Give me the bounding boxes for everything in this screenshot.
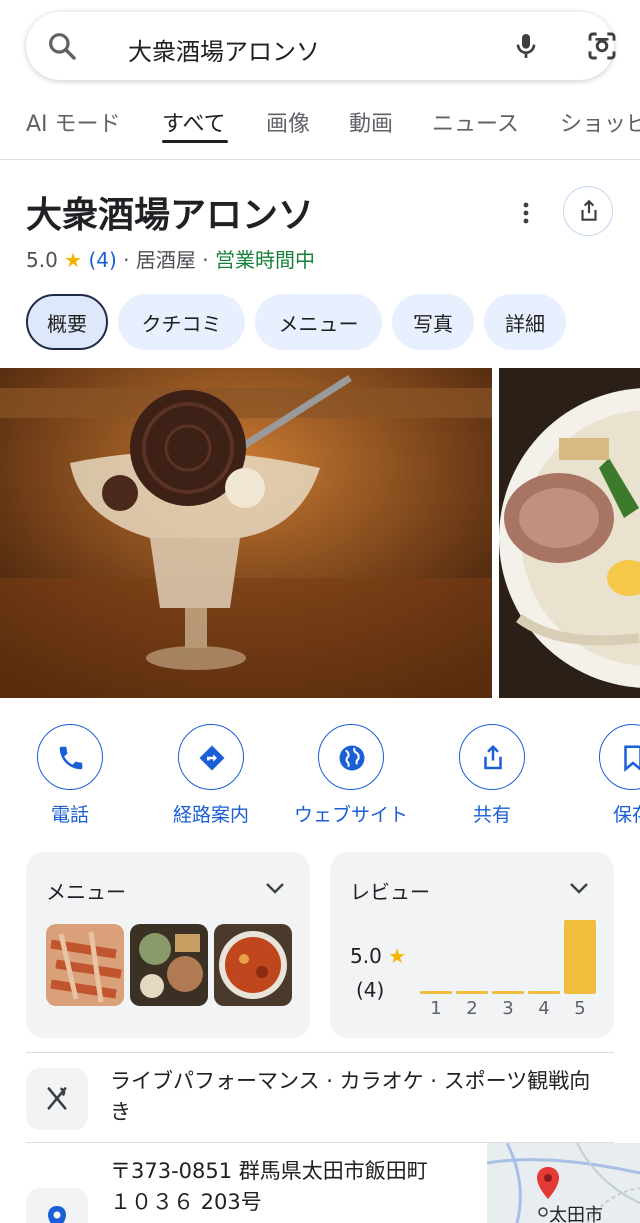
review-score-value: 5.0 xyxy=(350,944,382,968)
open-status: 営業時間中 xyxy=(214,248,315,272)
menu-card[interactable]: メニュー xyxy=(26,852,310,1038)
address-line-2[interactable]: １０３６ 203号 xyxy=(110,1187,262,1218)
rating-bar-label: 4 xyxy=(538,998,550,1019)
photo-parfait[interactable] xyxy=(0,368,492,698)
phone-icon xyxy=(59,746,83,770)
call-label: 電話 xyxy=(50,804,89,826)
star-icon: ★ xyxy=(64,248,83,272)
rating-bar-5 xyxy=(564,920,596,994)
rating-bar-1 xyxy=(420,991,452,994)
directions-icon xyxy=(199,745,225,771)
tab-images[interactable]: 画像 xyxy=(266,106,310,138)
review-count-link[interactable]: (4) xyxy=(88,248,116,272)
star-icon: ★ xyxy=(388,944,407,968)
address-icon-box xyxy=(26,1188,88,1223)
place-category: 居酒屋 xyxy=(135,248,196,272)
photo-ramen[interactable] xyxy=(499,368,640,698)
active-tab-indicator xyxy=(162,140,228,143)
share-action-button[interactable]: 共有 xyxy=(432,724,552,827)
place-meta: 5.0 ★ (4) · 居酒屋 · 営業時間中 xyxy=(26,244,315,273)
map-city-label: 太田市 xyxy=(549,1205,603,1223)
divider xyxy=(26,1052,614,1053)
menu-photo-soup[interactable] xyxy=(214,924,292,1006)
bookmark-icon xyxy=(624,745,640,772)
chevron-down-icon[interactable] xyxy=(264,880,286,896)
chevron-down-icon[interactable] xyxy=(568,880,590,896)
save-button[interactable]: 保存 xyxy=(572,724,640,827)
share-icon xyxy=(484,744,502,770)
rating-bar-4 xyxy=(528,991,560,994)
place-title: 大衆酒場アロンソ xyxy=(26,195,315,236)
address-line-1[interactable]: 〒373-0851 群馬県太田市飯田町 xyxy=(110,1156,428,1187)
rating-bar-label: 2 xyxy=(466,998,478,1019)
share-button[interactable] xyxy=(563,186,613,236)
save-label: 保存 xyxy=(612,804,640,826)
chip-photos[interactable]: 写真 xyxy=(392,294,474,350)
rating-bar-label: 3 xyxy=(502,998,514,1019)
location-pin-icon xyxy=(48,1206,66,1223)
tab-videos[interactable]: 動画 xyxy=(349,106,393,138)
rating-bar-label: 5 xyxy=(574,998,586,1019)
map-thumbnail[interactable]: 太田市 xyxy=(487,1143,640,1223)
separator: · xyxy=(123,248,130,272)
tab-news[interactable]: ニュース xyxy=(432,106,519,138)
share-label: 共有 xyxy=(472,804,511,826)
search-icon xyxy=(49,33,76,60)
directions-label: 経路案内 xyxy=(172,804,249,826)
rating-bar-3 xyxy=(492,991,524,994)
features-icon-box xyxy=(26,1068,88,1130)
rating-bar-label: 1 xyxy=(430,998,442,1019)
search-bar[interactable]: 大衆酒場アロンソ xyxy=(26,12,616,80)
more-options-icon[interactable] xyxy=(514,198,538,228)
google-lens-icon[interactable] xyxy=(586,30,618,62)
separator: · xyxy=(202,248,209,272)
chip-reviews[interactable]: クチコミ xyxy=(118,294,245,350)
directions-button[interactable]: 経路案内 xyxy=(151,724,271,827)
search-input[interactable]: 大衆酒場アロンソ xyxy=(128,32,320,67)
chip-details[interactable]: 詳細 xyxy=(484,294,566,350)
fork-knife-icon xyxy=(47,1087,67,1110)
features-text: ライブパフォーマンス · カラオケ · スポーツ観戦向き xyxy=(110,1069,591,1124)
tab-ai-mode[interactable]: AI モード xyxy=(26,106,121,138)
search-tabs: AI モード すべて 画像 動画 ニュース ショッピ xyxy=(0,98,640,160)
review-total-count: (4) xyxy=(356,978,385,1002)
tab-all[interactable]: すべて xyxy=(162,106,226,138)
tab-shopping[interactable]: ショッピ xyxy=(560,106,640,138)
microphone-icon[interactable] xyxy=(510,30,542,62)
call-button[interactable]: 電話 xyxy=(10,724,130,827)
website-button[interactable]: ウェブサイト xyxy=(291,724,411,827)
rating-value: 5.0 xyxy=(26,248,58,272)
share-icon xyxy=(581,199,597,221)
chip-overview[interactable]: 概要 xyxy=(26,294,108,350)
menu-photo-platter[interactable] xyxy=(130,924,208,1006)
review-score: 5.0 ★ xyxy=(350,944,406,968)
reviews-card-title: レビュー xyxy=(350,880,430,904)
menu-photo-crab[interactable] xyxy=(46,924,124,1006)
chip-menu[interactable]: メニュー xyxy=(255,294,382,350)
rating-bar-2 xyxy=(456,991,488,994)
menu-card-title: メニュー xyxy=(46,880,126,904)
globe-icon xyxy=(339,745,365,771)
website-label: ウェブサイト xyxy=(293,804,408,826)
reviews-card[interactable]: レビュー 5.0 ★ (4) 1 2 3 4 5 xyxy=(330,852,614,1038)
